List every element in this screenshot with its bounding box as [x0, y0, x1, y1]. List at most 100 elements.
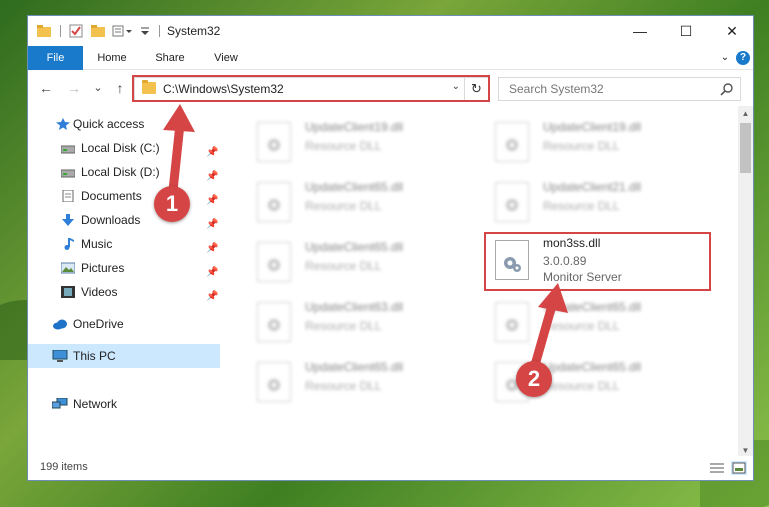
dll-file-icon: [495, 122, 529, 162]
status-bar: 199 items: [28, 456, 753, 480]
window-title: System32: [167, 24, 221, 38]
search-placeholder: Search System32: [509, 82, 604, 96]
star-icon: [56, 118, 70, 130]
music-icon: [64, 238, 74, 250]
scroll-up-button[interactable]: ▲: [738, 106, 753, 121]
file-name: UpdateClient65.dll: [305, 180, 404, 194]
file-name: UpdateClient21.dll: [543, 180, 642, 194]
sidebar-item-label: OneDrive: [73, 317, 124, 331]
search-icon[interactable]: [720, 82, 734, 96]
up-button[interactable]: ↑: [110, 78, 130, 98]
navigation-pane: Quick access Local Disk (C:) 📌 Local Dis…: [28, 112, 220, 457]
list-item[interactable]: UpdateClient19.dll Resource DLL: [483, 114, 709, 168]
dll-file-icon: [257, 122, 291, 162]
file-description: Resource DLL: [543, 379, 620, 393]
expand-ribbon-button[interactable]: ⌄: [718, 51, 732, 65]
back-button[interactable]: ←: [36, 78, 56, 98]
sidebar-item-this-pc[interactable]: This PC: [28, 344, 220, 368]
sidebar-item-onedrive[interactable]: OneDrive: [28, 312, 220, 336]
drive-icon: [61, 169, 75, 178]
explorer-window: System32 — ☐ ✕ File Home Share View ⌄ ? …: [27, 15, 754, 481]
list-item[interactable]: UpdateClient65.dll Resource DLL: [245, 234, 471, 288]
vertical-scrollbar[interactable]: ▲ ▼: [738, 106, 753, 458]
pictures-icon: [61, 262, 75, 274]
gear-icon: [506, 199, 518, 211]
dll-file-icon: [495, 182, 529, 222]
sidebar-item-local-disk-d[interactable]: Local Disk (D:) 📌: [28, 160, 220, 184]
customize-toolbar-icon[interactable]: [112, 23, 134, 39]
ribbon-tabs: File Home Share View ⌄ ?: [28, 46, 753, 70]
file-name: UpdateClient65.dll: [305, 240, 404, 254]
tab-share[interactable]: Share: [148, 46, 192, 70]
dll-file-icon: [257, 182, 291, 222]
tab-home[interactable]: Home: [90, 46, 134, 70]
list-item[interactable]: UpdateClient65.dll Resource DLL: [483, 294, 709, 348]
file-description: Resource DLL: [305, 139, 382, 153]
sidebar-item-videos[interactable]: Videos 📌: [28, 280, 220, 304]
sidebar-item-label: Music: [81, 237, 113, 251]
cloud-icon: [53, 319, 67, 330]
gear-icon: [268, 199, 280, 211]
sidebar-item-quick-access[interactable]: Quick access: [28, 112, 220, 136]
dll-file-icon: [257, 362, 291, 402]
file-name: UpdateClient19.dll: [305, 120, 404, 134]
list-item[interactable]: UpdateClient65.dll Resource DLL: [245, 354, 471, 408]
list-item[interactable]: UpdateClient65.dll Resource DLL: [245, 174, 471, 228]
divider: [159, 25, 160, 37]
gear-icon: [506, 139, 518, 151]
sidebar-item-documents[interactable]: Documents 📌: [28, 184, 220, 208]
gear-icon: [268, 139, 280, 151]
dll-file-icon: [257, 302, 291, 342]
tab-view[interactable]: View: [204, 46, 248, 70]
item-count: 199 items: [40, 461, 88, 473]
file-description: Resource DLL: [305, 199, 382, 213]
file-name: UpdateClient65.dll: [543, 300, 642, 314]
quick-access-dropdown-icon[interactable]: [140, 23, 150, 39]
help-button[interactable]: ?: [736, 51, 750, 65]
properties-icon[interactable]: [68, 23, 84, 39]
list-item[interactable]: UpdateClient21.dll Resource DLL: [483, 174, 709, 228]
maximize-button[interactable]: ☐: [663, 16, 709, 46]
step-1-badge: 1: [154, 186, 190, 222]
download-icon: [62, 214, 74, 226]
file-description: Resource DLL: [305, 319, 382, 333]
search-input[interactable]: Search System32: [498, 77, 741, 101]
forward-button[interactable]: →: [64, 78, 84, 98]
list-item[interactable]: UpdateClient63.dll Resource DLL: [245, 294, 471, 348]
sidebar-item-label: Downloads: [81, 213, 141, 227]
file-description: Resource DLL: [543, 139, 620, 153]
gear-icon: [268, 259, 280, 271]
sidebar-item-label: Pictures: [81, 261, 125, 275]
title-bar: System32 — ☐ ✕: [28, 16, 753, 46]
list-item[interactable]: UpdateClient19.dll Resource DLL: [245, 114, 471, 168]
new-folder-icon[interactable]: [90, 23, 106, 39]
scroll-thumb[interactable]: [740, 123, 751, 173]
large-icons-view-icon[interactable]: [731, 461, 747, 475]
file-highlight: [484, 232, 711, 291]
dll-file-icon: [257, 242, 291, 282]
details-view-icon[interactable]: [709, 461, 725, 475]
file-description: Resource DLL: [543, 319, 620, 333]
minimize-button[interactable]: —: [617, 16, 663, 46]
file-name: UpdateClient63.dll: [305, 300, 404, 314]
sidebar-item-label: This PC: [73, 349, 116, 363]
sidebar-item-local-disk-c[interactable]: Local Disk (C:) 📌: [28, 136, 220, 160]
sidebar-item-label: Network: [73, 397, 118, 411]
close-button[interactable]: ✕: [709, 16, 753, 46]
pin-icon[interactable]: 📌: [206, 285, 218, 309]
gear-icon: [268, 319, 280, 331]
recent-locations-button[interactable]: ⌄: [88, 78, 108, 98]
divider: [60, 25, 61, 37]
sidebar-item-downloads[interactable]: Downloads 📌: [28, 208, 220, 232]
sidebar-item-label: Local Disk (D:): [81, 165, 160, 179]
folder-icon[interactable]: [36, 23, 52, 39]
sidebar-item-network[interactable]: Network: [28, 392, 220, 416]
tab-file[interactable]: File: [28, 46, 83, 70]
sidebar-item-pictures[interactable]: Pictures 📌: [28, 256, 220, 280]
videos-icon: [61, 286, 75, 298]
step-2-badge: 2: [516, 361, 552, 397]
sidebar-item-label: Local Disk (C:): [81, 141, 160, 155]
sidebar-item-music[interactable]: Music 📌: [28, 232, 220, 256]
file-name: UpdateClient19.dll: [543, 120, 642, 134]
computer-icon: [52, 350, 68, 362]
